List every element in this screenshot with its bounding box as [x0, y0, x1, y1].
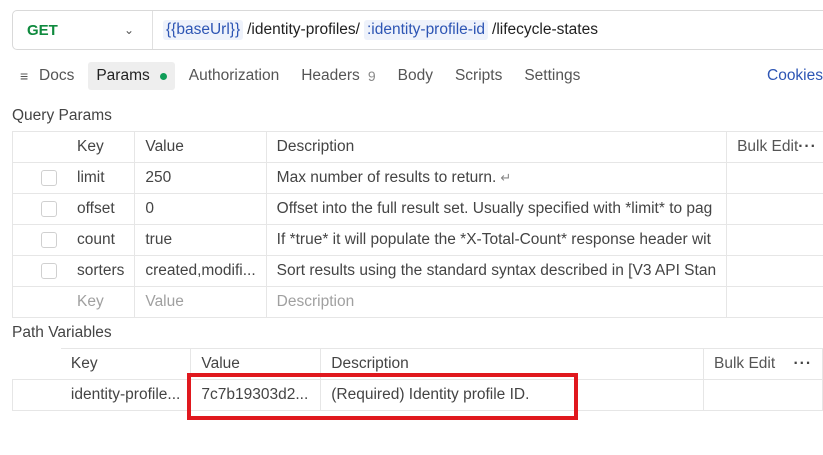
active-dot-icon — [159, 72, 167, 80]
table-row: limit 250 Max number of results to retur… — [12, 162, 823, 194]
header-checkbox-cell — [12, 131, 67, 163]
method-select[interactable]: GET ⌄ — [13, 11, 153, 49]
table-header-row: Key Value Description Bulk Edit ··· — [12, 131, 823, 163]
query-params-title: Query Params — [12, 107, 112, 124]
param-value[interactable]: true — [134, 224, 267, 256]
bulk-edit-cell: Bulk Edit ··· — [726, 131, 823, 163]
more-options-icon[interactable]: ··· — [794, 355, 813, 373]
header-key: Key — [67, 131, 136, 163]
path-var-key[interactable]: identity-profile... — [60, 379, 192, 411]
tab-authorization-label: Authorization — [188, 67, 280, 84]
header-key: Key — [60, 348, 192, 380]
table-row-new: Key Value Description — [12, 286, 823, 318]
param-description[interactable]: Sort results using the standard syntax d… — [265, 255, 728, 287]
url-path-variable[interactable]: :identity-profile-id — [363, 20, 489, 40]
tab-params[interactable]: Params — [88, 62, 175, 90]
param-key[interactable]: sorters — [67, 255, 136, 287]
tab-docs[interactable]: ≡ Docs — [12, 62, 82, 90]
param-description[interactable]: Offset into the full result set. Usually… — [265, 193, 728, 225]
url-bar: GET ⌄ {{baseUrl}} /identity-profiles/ :i… — [12, 10, 823, 50]
tab-params-label: Params — [96, 67, 150, 84]
request-tabs: ≡ Docs Params Authorization Headers 9 Body… — [12, 62, 823, 90]
return-icon: ↵ — [500, 170, 512, 185]
new-value-input[interactable]: Value — [134, 286, 267, 318]
tab-scripts-label: Scripts — [454, 67, 503, 84]
param-description[interactable]: If *true* it will populate the *X-Total-… — [265, 224, 728, 256]
query-params-table: Key Value Description Bulk Edit ··· limit… — [12, 131, 823, 318]
row-checkbox[interactable] — [41, 263, 57, 279]
tab-headers-label: Headers — [301, 67, 360, 84]
new-key-input[interactable]: Key — [67, 286, 136, 318]
param-value[interactable]: 0 — [134, 193, 267, 225]
bulk-edit-button[interactable]: Bulk Edit — [714, 355, 775, 373]
table-row: offset 0 Offset into the full result set… — [12, 193, 823, 225]
tab-scripts[interactable]: Scripts — [447, 62, 510, 90]
param-value[interactable]: created,modifi... — [134, 255, 267, 287]
chevron-down-icon: ⌄ — [123, 23, 134, 37]
tab-headers[interactable]: Headers 9 — [293, 62, 383, 90]
row-checkbox[interactable] — [41, 232, 57, 248]
tab-docs-label: Docs — [39, 67, 75, 84]
param-key[interactable]: limit — [67, 162, 136, 194]
url-segment: /lifecycle-states — [492, 21, 598, 38]
table-row: sorters created,modifi... Sort results u… — [12, 255, 823, 287]
header-value: Value — [134, 131, 267, 163]
more-options-icon[interactable]: ··· — [798, 138, 817, 156]
tab-settings[interactable]: Settings — [516, 62, 588, 90]
param-key[interactable]: count — [67, 224, 136, 256]
bulk-edit-cell: Bulk Edit ··· — [703, 348, 823, 380]
url-segment: /identity-profiles/ — [247, 21, 360, 38]
table-row: count true If *true* it will populate th… — [12, 224, 823, 256]
tab-body[interactable]: Body — [390, 62, 441, 90]
highlight-box — [187, 373, 578, 420]
method-label: GET — [27, 21, 58, 39]
param-value[interactable]: 250 — [134, 162, 267, 194]
new-description-input[interactable]: Description — [265, 286, 728, 318]
param-description[interactable]: Max number of results to return. ↵ — [265, 162, 728, 194]
tab-body-label: Body — [397, 67, 433, 84]
param-key[interactable]: offset — [67, 193, 136, 225]
path-variables-title: Path Variables — [12, 324, 112, 341]
tab-settings-label: Settings — [524, 67, 581, 84]
docs-icon: ≡ — [20, 68, 29, 84]
url-var-baseurl[interactable]: {{baseUrl}} — [163, 20, 244, 40]
bulk-edit-button[interactable]: Bulk Edit — [737, 138, 798, 156]
row-checkbox[interactable] — [41, 201, 57, 217]
header-description: Description — [265, 131, 728, 163]
row-checkbox[interactable] — [41, 170, 57, 186]
headers-count: 9 — [367, 68, 376, 84]
cookies-link[interactable]: Cookies — [767, 62, 823, 90]
param-description-text: Max number of results to return. — [276, 169, 497, 186]
tab-authorization[interactable]: Authorization — [181, 62, 287, 90]
url-input[interactable]: {{baseUrl}} /identity-profiles/ :identit… — [153, 20, 598, 40]
